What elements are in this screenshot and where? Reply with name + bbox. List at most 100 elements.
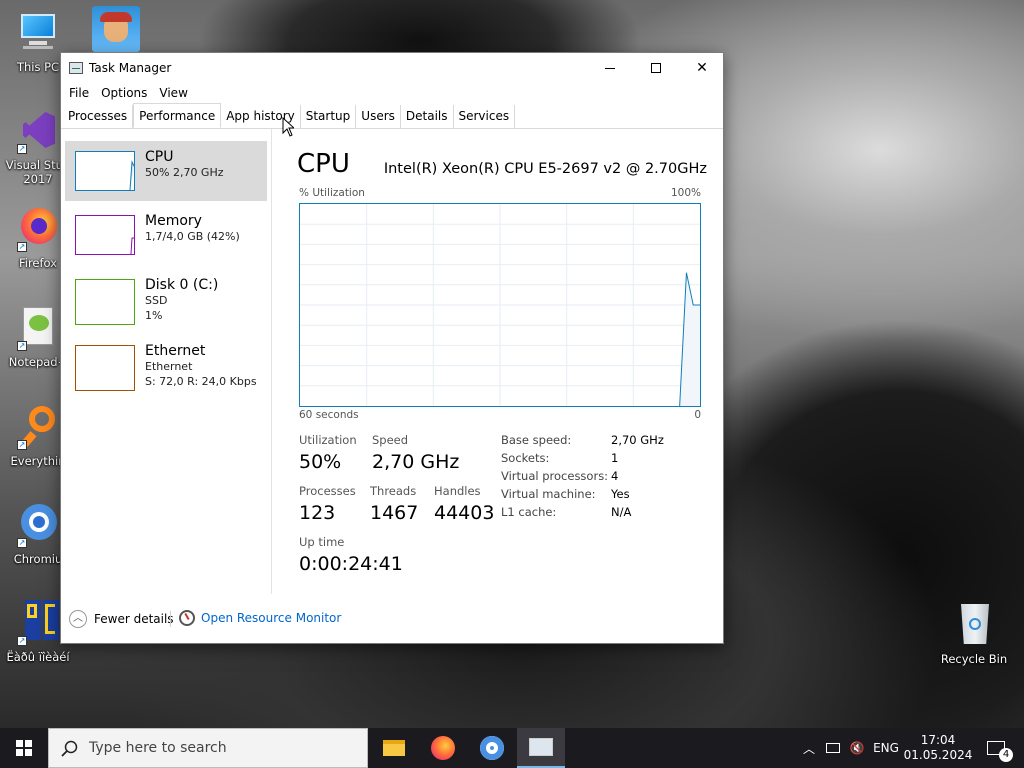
menu-file[interactable]: File bbox=[63, 83, 95, 105]
notifications-button[interactable]: 4 bbox=[976, 728, 1016, 768]
threads-label: Threads bbox=[370, 484, 417, 498]
language-indicator[interactable]: ENG bbox=[870, 728, 902, 768]
volume-tray-button[interactable]: 🔇 bbox=[846, 728, 868, 768]
windows-logo-icon bbox=[16, 740, 32, 756]
taskbar-firefox[interactable] bbox=[419, 728, 467, 768]
window-title: Task Manager bbox=[89, 61, 172, 75]
minimize-icon bbox=[605, 67, 615, 69]
resource-sub: S: 72,0 R: 24,0 Kbps bbox=[145, 375, 257, 388]
network-icon bbox=[826, 743, 840, 753]
menu-view[interactable]: View bbox=[153, 83, 193, 105]
magnifier-icon: ↗ bbox=[15, 404, 61, 450]
resource-sub: Ethernet bbox=[145, 360, 193, 373]
utilization-value: 50% bbox=[299, 451, 342, 473]
resource-monitor-icon bbox=[179, 610, 195, 626]
resource-sub: SSD bbox=[145, 294, 168, 307]
detail-value: N/A bbox=[611, 505, 632, 519]
taskbar: Type here to search ︿ 🔇 ENG 17:04 01.05.… bbox=[0, 728, 1024, 768]
title-bar[interactable]: Task Manager ✕ bbox=[61, 53, 723, 83]
search-input[interactable]: Type here to search bbox=[48, 728, 368, 768]
maximize-icon bbox=[651, 63, 661, 73]
game-shortcut-icon[interactable] bbox=[92, 6, 140, 52]
speed-label: Speed bbox=[372, 433, 409, 447]
memory-thumbnail-graph bbox=[75, 215, 135, 255]
recycle-bin-icon bbox=[951, 602, 997, 648]
close-icon: ✕ bbox=[696, 60, 708, 76]
chevron-up-icon: ︿ bbox=[69, 610, 87, 628]
utilization-label: Utilization bbox=[299, 433, 357, 447]
tab-bar: Processes Performance App history Startu… bbox=[61, 103, 723, 137]
disk-thumbnail-graph bbox=[75, 279, 135, 325]
show-hidden-icons-button[interactable]: ︿ bbox=[798, 728, 820, 768]
tab-services[interactable]: Services bbox=[454, 105, 516, 128]
resource-memory[interactable]: Memory 1,7/4,0 GB (42%) bbox=[65, 205, 267, 265]
taskbar-file-explorer[interactable] bbox=[370, 728, 418, 768]
maximize-button[interactable] bbox=[633, 53, 679, 83]
fewer-details-button[interactable]: ︿ Fewer details bbox=[69, 610, 174, 628]
cpu-utilization-graph bbox=[299, 203, 701, 407]
open-resource-monitor-label: Open Resource Monitor bbox=[201, 611, 342, 625]
chromium-icon bbox=[480, 736, 504, 760]
task-manager-window: Task Manager ✕ File Options View Process… bbox=[60, 52, 724, 644]
detail-label: Base speed: bbox=[501, 433, 572, 447]
resource-sub: 1% bbox=[145, 309, 163, 322]
desktop-icon-recycle-bin[interactable]: Recycle Bin bbox=[938, 602, 1010, 666]
ethernet-thumbnail-graph bbox=[75, 345, 135, 391]
uptime-value: 0:00:24:41 bbox=[299, 553, 403, 575]
detail-label: Virtual processors: bbox=[501, 469, 609, 483]
clock-date: 01.05.2024 bbox=[903, 748, 973, 762]
processes-label: Processes bbox=[299, 484, 356, 498]
task-manager-icon bbox=[69, 62, 83, 74]
notepadpp-icon: ↗ bbox=[15, 305, 61, 351]
detail-label: L1 cache: bbox=[501, 505, 557, 519]
clock[interactable]: 17:04 01.05.2024 bbox=[903, 728, 973, 768]
chromium-icon: ↗ bbox=[15, 502, 61, 548]
handles-label: Handles bbox=[434, 484, 481, 498]
close-button[interactable]: ✕ bbox=[679, 53, 725, 83]
resource-cpu[interactable]: CPU 50% 2,70 GHz bbox=[65, 141, 267, 201]
search-icon bbox=[61, 740, 78, 757]
resource-disk[interactable]: Disk 0 (C:) SSD 1% bbox=[65, 269, 267, 331]
x-axis-left-label: 60 seconds bbox=[299, 409, 359, 421]
search-placeholder: Type here to search bbox=[89, 740, 227, 756]
folder-icon bbox=[383, 740, 405, 756]
taskbar-task-manager[interactable] bbox=[517, 728, 565, 768]
uptime-label: Up time bbox=[299, 535, 345, 549]
resource-list: CPU 50% 2,70 GHz Memory 1,7/4,0 GB (42%)… bbox=[61, 129, 272, 594]
detail-label: Virtual machine: bbox=[501, 487, 596, 501]
handles-value: 44403 bbox=[434, 502, 495, 524]
resource-name: CPU bbox=[145, 149, 174, 165]
fewer-details-label: Fewer details bbox=[94, 612, 174, 626]
cpu-model: Intel(R) Xeon(R) CPU E5-2697 v2 @ 2.70GH… bbox=[383, 161, 707, 177]
visual-studio-icon: ↗ bbox=[15, 108, 61, 154]
pg-shortcut-icon: ↗ bbox=[15, 600, 61, 646]
network-tray-button[interactable] bbox=[822, 728, 844, 768]
menu-options[interactable]: Options bbox=[95, 83, 153, 105]
chevron-up-icon: ︿ bbox=[802, 741, 815, 756]
y-axis-label: % Utilization bbox=[299, 187, 365, 199]
start-button[interactable] bbox=[0, 728, 48, 768]
cpu-detail-pane: CPU Intel(R) Xeon(R) CPU E5-2697 v2 @ 2.… bbox=[297, 129, 707, 594]
speed-value: 2,70 GHz bbox=[372, 451, 460, 473]
detail-value: 4 bbox=[611, 469, 619, 483]
detail-value: 2,70 GHz bbox=[611, 433, 664, 447]
monitor-icon bbox=[15, 10, 61, 56]
footer-divider bbox=[170, 611, 171, 627]
resource-name: Disk 0 (C:) bbox=[145, 277, 219, 293]
open-resource-monitor-link[interactable]: Open Resource Monitor bbox=[179, 610, 341, 626]
minimize-button[interactable] bbox=[587, 53, 633, 83]
tab-startup[interactable]: Startup bbox=[301, 105, 357, 128]
tab-performance[interactable]: Performance bbox=[133, 103, 222, 128]
firefox-icon bbox=[431, 736, 455, 760]
tab-users[interactable]: Users bbox=[356, 105, 401, 128]
y-axis-max: 100% bbox=[670, 187, 701, 199]
menu-bar: File Options View bbox=[61, 83, 723, 105]
mouse-cursor-icon bbox=[282, 117, 294, 137]
resource-ethernet[interactable]: Ethernet Ethernet S: 72,0 R: 24,0 Kbps bbox=[65, 335, 267, 397]
clock-time: 17:04 bbox=[920, 733, 956, 747]
tab-details[interactable]: Details bbox=[401, 105, 454, 128]
desktop-icon-label: Recycle Bin bbox=[940, 652, 1008, 666]
processes-value: 123 bbox=[299, 502, 336, 524]
taskbar-chromium[interactable] bbox=[468, 728, 516, 768]
tab-processes[interactable]: Processes bbox=[63, 105, 134, 128]
